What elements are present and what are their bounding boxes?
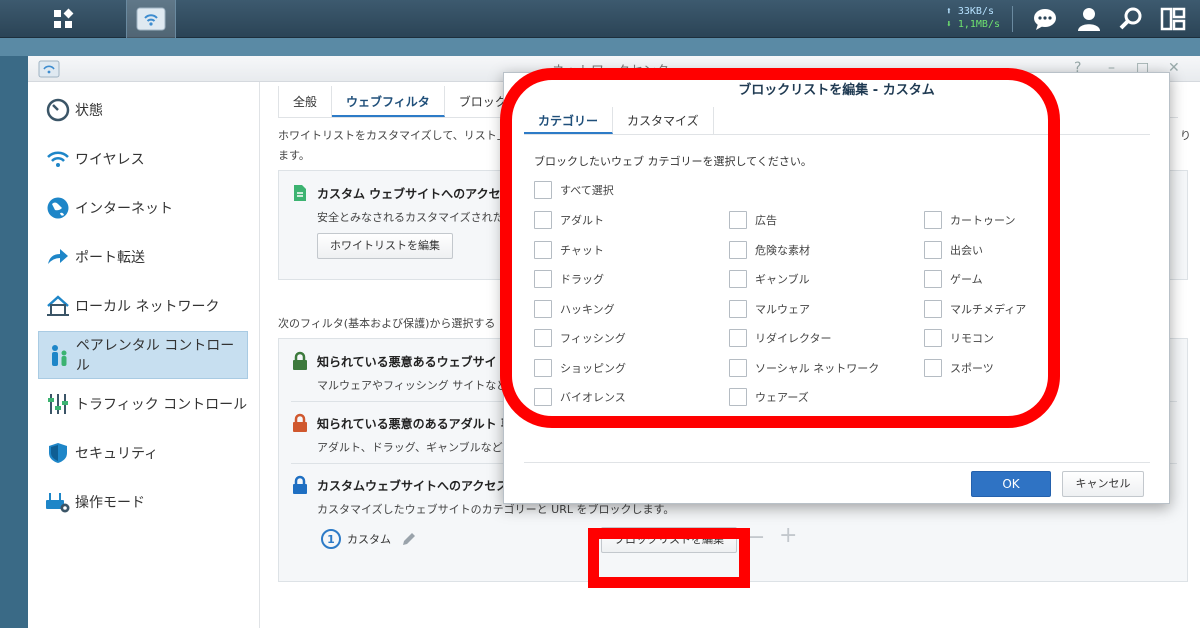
sidebar-item-port-forwarding[interactable]: ポート転送 [38,233,248,281]
taskbar-divider [1012,6,1013,32]
lock-icon [291,475,309,495]
sidebar-item-local-network[interactable]: ローカル ネットワーク [38,282,248,330]
whitelist-heading-text: カスタム ウェブサイトへのアクセス [317,186,513,201]
sidebar-item-label: 状態 [75,103,103,119]
profile-name: カスタム [347,533,391,546]
download-speed: 1,1MB/s [957,19,1000,30]
gauge-icon [45,97,71,123]
sidebar-item-label: インターネット [75,201,173,217]
upload-speed: 33KB/s [957,6,994,17]
sidebar-item-label: ポート転送 [75,250,145,266]
filter-heading-adult: 知られている悪意のあるアダルト 専 [291,413,513,433]
filter-heading-malicious: 知られている悪意あるウェブサイト [291,351,509,371]
sidebar-item-traffic-control[interactable]: トラフィック コントロール [38,380,248,428]
sidebar-item-parental-control[interactable]: ペアレンタル コントロール [38,331,248,379]
description-tail: り [1180,129,1191,142]
sidebar-item-security[interactable]: セキュリティ [38,429,248,477]
search-icon[interactable] [1118,6,1144,32]
dialog-footer-divider [524,462,1150,463]
sidebar-item-label: セキュリティ [75,446,159,462]
tab-general[interactable]: 全般 [278,86,333,117]
network-speed-readout: ⬆ 33KB/s ⬇ 1,1MB/s [946,5,1000,31]
filter-subtext: アダルト、ドラッグ、ギャンブルなど、未 [317,441,525,454]
sidebar: 状態 ワイヤレス インターネット ポート転送 ローカル ネットワーク ペアレンタ… [28,82,260,628]
profile-number-badge: 1 [321,529,341,549]
filter-heading-text: カスタムウェブサイトへのアクセスを [317,478,521,493]
document-icon [291,183,309,203]
sliders-icon [45,391,71,417]
arrow-forward-icon [45,244,71,270]
cancel-button[interactable]: キャンセル [1062,471,1144,497]
family-icon [46,342,72,368]
widgets-icon[interactable] [1160,6,1186,32]
upload-arrow-icon: ⬆ [945,6,958,17]
whitelist-heading: カスタム ウェブサイトへのアクセス [291,183,513,203]
router-gear-icon [45,489,71,515]
filter-subtext: マルウェアやフィッシング サイトなど、 [317,379,518,392]
sidebar-item-label: トラフィック コントロール [75,397,248,413]
filter-heading-text: 知られている悪意あるウェブサイト [317,354,509,369]
whitelist-subtext: 安全とみなされるカスタマイズされた [317,211,504,224]
download-arrow-icon: ⬇ [945,19,958,30]
sidebar-item-operation-mode[interactable]: 操作モード [38,478,248,526]
apps-grid-icon [54,8,74,28]
sidebar-item-status[interactable]: 状態 [38,86,248,134]
user-icon[interactable] [1076,6,1102,32]
edit-whitelist-button[interactable]: ホワイトリストを編集 [317,233,453,259]
lock-icon [291,351,309,371]
sidebar-item-label: ワイヤレス [75,152,145,168]
main-menu-button[interactable] [0,0,126,38]
tab-web-filter[interactable]: ウェブフィルタ [332,86,445,117]
ok-button[interactable]: OK [971,471,1051,497]
description-line: ホワイトリストをカスタマイズして、リスト上のウ [278,129,530,142]
highlight-annotation-button [588,528,750,588]
sidebar-item-internet[interactable]: インターネット [38,184,248,232]
lock-icon [291,413,309,433]
wifi-icon [45,146,71,172]
sidebar-item-wireless[interactable]: ワイヤレス [38,135,248,183]
sidebar-item-label: 操作モード [75,495,145,511]
taskbar: ⬆ 33KB/s ⬇ 1,1MB/s [0,0,1200,38]
filter-heading-custom: カスタムウェブサイトへのアクセスを [291,475,520,495]
add-profile-button[interactable]: + [779,523,797,548]
globe-icon [45,195,71,221]
chat-icon[interactable] [1032,6,1058,32]
filter-heading-text: 知られている悪意のあるアダルト 専 [317,416,513,431]
desktop-background [0,38,1200,56]
sidebar-item-label: ペアレンタル コントロール [75,338,235,374]
sidebar-item-label: ローカル ネットワーク [75,299,220,315]
taskbar-network-center[interactable] [126,0,176,38]
network-center-app-icon [136,7,166,31]
custom-profile-row: 1 カスタム [321,529,417,549]
shield-icon [45,440,71,466]
network-center-app-icon [38,60,60,78]
pencil-icon[interactable] [401,531,417,547]
home-network-icon [45,293,71,319]
highlight-annotation-dialog [500,68,1060,428]
